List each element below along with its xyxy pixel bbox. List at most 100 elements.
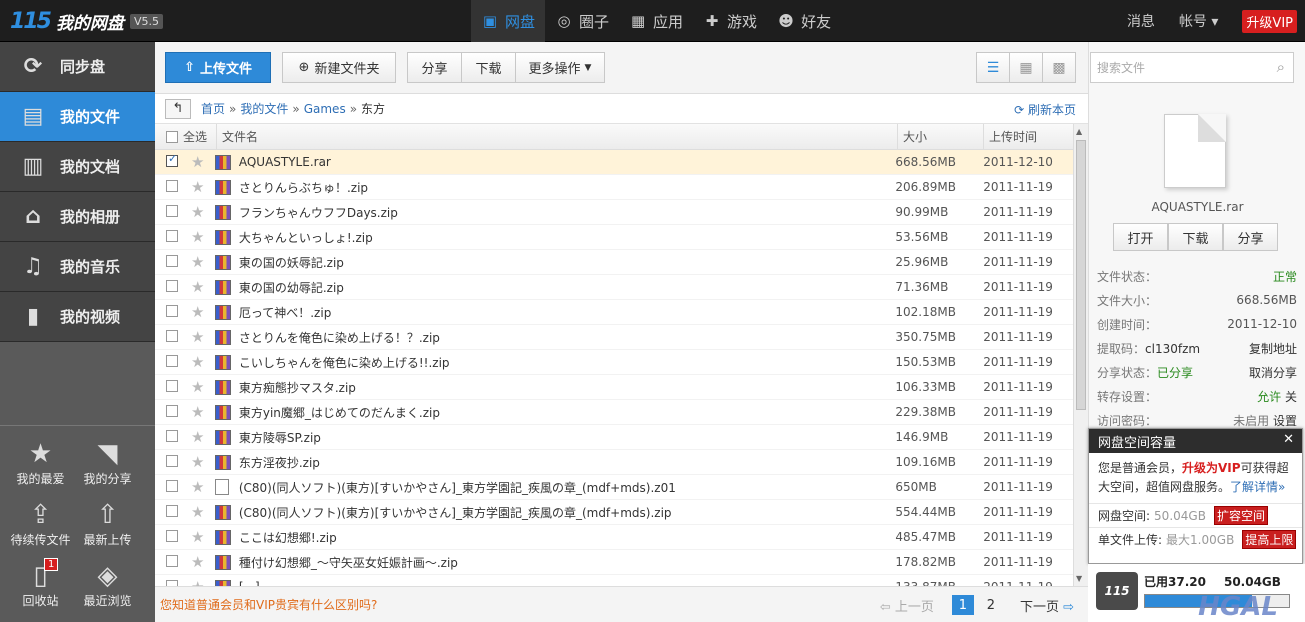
table-row[interactable]: ★ さとりんを俺色に染め上げる！？.zip 350.75MB 2011-11-19 [155, 325, 1073, 350]
nav-drive[interactable]: ▣ 网盘 [471, 0, 546, 42]
table-row[interactable]: ★ 东方淫夜抄.zip 109.16MB 2011-11-19 [155, 450, 1073, 475]
file-name[interactable]: (C80)(同人ソフト)(東方)[すいかやさん]_東方学園記_疾風の章_(mdf… [237, 504, 896, 521]
nav-apps[interactable]: ▦ 应用 [619, 0, 693, 42]
star-icon[interactable]: ★ [191, 278, 215, 296]
recent-browse-button[interactable]: ◈ 最近浏览 [74, 554, 141, 615]
table-row[interactable]: ★ ここは幻想郷!.zip 485.47MB 2011-11-19 [155, 525, 1073, 550]
table-row[interactable]: ★ 大ちゃんといっしょ!.zip 53.56MB 2011-11-19 [155, 225, 1073, 250]
nav-games[interactable]: ✚ 游戏 [693, 0, 767, 42]
breadcrumb-home[interactable]: 首页 [201, 102, 225, 116]
nav-circle[interactable]: ◎ 圈子 [545, 0, 619, 42]
recent-upload-button[interactable]: ⇧ 最新上传 [74, 493, 141, 554]
breadcrumb-my-files[interactable]: 我的文件 [240, 102, 288, 116]
star-icon[interactable]: ★ [191, 328, 215, 346]
star-icon[interactable]: ★ [191, 178, 215, 196]
row-checkbox[interactable] [166, 254, 178, 267]
column-header-date[interactable]: 上传时间 [984, 124, 1073, 150]
file-name[interactable]: 東方yin魔郷_はじめてのだんまく.zip [237, 404, 896, 421]
table-row[interactable]: ★ 東方陵辱SP.zip 146.9MB 2011-11-19 [155, 425, 1073, 450]
row-checkbox[interactable] [166, 329, 178, 342]
file-name[interactable]: 大ちゃんといっしょ!.zip [237, 229, 896, 246]
sidebar-item-album[interactable]: ⌂ 我的相册 [0, 192, 155, 242]
account-menu[interactable]: 帐号 ▾ [1179, 11, 1218, 31]
row-checkbox[interactable] [166, 152, 178, 167]
select-all[interactable]: 全选 [155, 123, 217, 150]
file-name[interactable]: AQUASTYLE.rar [237, 155, 896, 169]
star-icon[interactable]: ★ [191, 378, 215, 396]
star-icon[interactable]: ★ [191, 428, 215, 446]
file-name[interactable]: さとりんを俺色に染め上げる！？.zip [237, 329, 896, 346]
table-row[interactable]: ★ (C80)(同人ソフト)(東方)[すいかやさん]_東方学園記_疾風の章_(md… [155, 475, 1073, 500]
messages-link[interactable]: 消息 [1127, 11, 1155, 31]
row-checkbox[interactable] [166, 354, 178, 367]
preview-share-button[interactable]: 分享 [1223, 223, 1278, 251]
table-row[interactable]: ★ 東方痴態抄マスタ.zip 106.33MB 2011-11-19 [155, 375, 1073, 400]
row-checkbox[interactable] [166, 304, 178, 317]
recycle-bin-button[interactable]: ▯ 1 回收站 [7, 554, 74, 615]
row-checkbox[interactable] [166, 479, 178, 492]
row-checkbox[interactable] [166, 429, 178, 442]
search-icon[interactable]: ⌕ [1277, 58, 1285, 76]
file-name[interactable]: 種付け幻想郷_～守矢巫女妊娠計画～.zip [237, 554, 896, 571]
table-row[interactable]: ★ さとりんらぶちゅ！.zip 206.89MB 2011-11-19 [155, 175, 1073, 200]
row-checkbox[interactable] [166, 529, 178, 542]
star-icon[interactable]: ★ [191, 453, 215, 471]
table-row[interactable]: ★ 東の国の幼辱記.zip 71.36MB 2011-11-19 [155, 275, 1073, 300]
row-checkbox[interactable] [166, 229, 178, 242]
scroll-down-arrow-icon[interactable]: ▼ [1076, 574, 1082, 583]
row-checkbox[interactable] [166, 379, 178, 392]
row-checkbox[interactable] [166, 404, 178, 417]
file-name[interactable]: 東方陵辱SP.zip [237, 429, 896, 446]
download-button[interactable]: 下载 [461, 52, 516, 83]
star-icon[interactable]: ★ [191, 153, 215, 171]
row-checkbox[interactable] [166, 204, 178, 217]
file-name[interactable]: (C80)(同人ソフト)(東方)[すいかやさん]_東方学園記_疾風の章_(mdf… [237, 479, 896, 496]
pending-upload-button[interactable]: ⇪ 待续传文件 [7, 493, 74, 554]
vip-difference-link[interactable]: 您知道普通会员和VIP贵宾有什么区别吗? [160, 596, 377, 613]
more-actions-button[interactable]: 更多操作 ▼ [515, 52, 605, 83]
sidebar-item-music[interactable]: ♫ 我的音乐 [0, 242, 155, 292]
star-icon[interactable]: ★ [191, 478, 215, 496]
small-grid-view-button[interactable]: ▦ [1009, 52, 1043, 83]
my-shares-button[interactable]: ◥ 我的分享 [74, 432, 141, 493]
scroll-up-arrow-icon[interactable]: ▲ [1076, 127, 1082, 136]
star-icon[interactable]: ★ [191, 253, 215, 271]
logo[interactable]: 115 我的网盘 V5.5 [10, 9, 163, 34]
file-name[interactable]: 厄って神べ！.zip [237, 304, 896, 321]
table-row[interactable]: ★[...]133.87MB2011-11-19 [155, 575, 1073, 586]
row-checkbox[interactable] [166, 179, 178, 192]
upgrade-vip-button[interactable]: 升级VIP [1242, 9, 1297, 33]
set-password-button[interactable]: 设置 [1273, 414, 1297, 428]
sidebar-item-video[interactable]: ▮ 我的视频 [0, 292, 155, 342]
list-view-button[interactable]: ☰ [976, 52, 1010, 83]
select-all-checkbox[interactable] [166, 130, 178, 143]
file-name[interactable]: 東の国の妖辱記.zip [237, 254, 896, 271]
column-header-size[interactable]: 大小 [898, 123, 984, 150]
scrollbar-thumb[interactable] [1076, 140, 1086, 410]
star-icon[interactable]: ★ [191, 403, 215, 421]
sidebar-item-my-files[interactable]: ▤ 我的文件 [0, 92, 155, 142]
table-row[interactable]: ★ 種付け幻想郷_～守矢巫女妊娠計画～.zip 178.82MB 2011-11-19 [155, 550, 1073, 575]
sidebar-item-sync[interactable]: ⟳ 同步盘 [0, 42, 155, 92]
refresh-button[interactable]: ⟳ 刷新本页 [1014, 101, 1076, 118]
nav-friends[interactable]: ☻ 好友 [767, 0, 841, 42]
table-row[interactable]: ★ 東の国の妖辱記.zip 25.96MB 2011-11-19 [155, 250, 1073, 275]
row-checkbox[interactable] [166, 554, 178, 567]
transfer-off-button[interactable]: 关 [1285, 390, 1297, 404]
row-checkbox[interactable] [166, 279, 178, 292]
file-name[interactable]: 東の国の幼辱記.zip [237, 279, 896, 296]
table-row[interactable]: ★ (C80)(同人ソフト)(東方)[すいかやさん]_東方学園記_疾風の章_(md… [155, 500, 1073, 525]
star-icon[interactable]: ★ [191, 553, 215, 571]
file-name[interactable]: さとりんらぶちゅ！.zip [237, 179, 896, 196]
star-icon[interactable]: ★ [191, 578, 215, 586]
expand-space-button[interactable]: 扩容空间 [1213, 506, 1268, 525]
row-checkbox[interactable] [166, 504, 178, 517]
upgrade-vip-link[interactable]: 升级为VIP [1182, 461, 1241, 475]
table-row[interactable]: ★ フランちゃんウフフDays.zip 90.99MB 2011-11-19 [155, 200, 1073, 225]
table-row[interactable]: ★ 厄って神べ！.zip 102.18MB 2011-11-19 [155, 300, 1073, 325]
file-name[interactable]: 東方痴態抄マスタ.zip [237, 379, 896, 396]
star-icon[interactable]: ★ [191, 228, 215, 246]
raise-limit-button[interactable]: 提高上限 [1242, 530, 1297, 549]
upload-button[interactable]: ⇧ 上传文件 [165, 52, 271, 83]
favorites-button[interactable]: ★ 我的最爱 [7, 432, 74, 493]
